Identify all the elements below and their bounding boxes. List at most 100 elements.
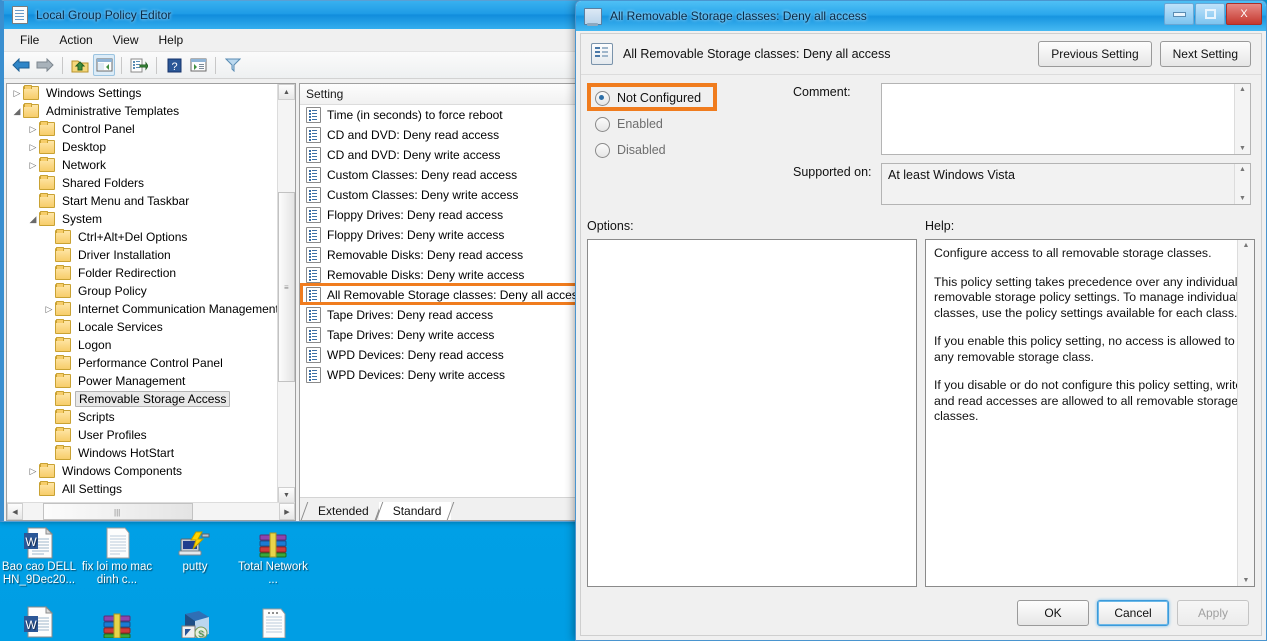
ok-button[interactable]: OK: [1017, 600, 1089, 626]
settings-list-item[interactable]: WPD Devices: Deny write access: [300, 365, 588, 385]
radio-disabled[interactable]: Disabled: [595, 139, 787, 161]
desktop-icon[interactable]: putty: [156, 525, 234, 586]
chevron-right-icon[interactable]: ▷: [27, 124, 39, 135]
supported-on-scrollbar[interactable]: ▲ ▼: [1234, 164, 1250, 204]
export-list-icon[interactable]: [128, 54, 150, 76]
tree-scroll-left-button[interactable]: ◀: [7, 503, 23, 520]
help-panel[interactable]: Configure access to all removable storag…: [925, 239, 1255, 587]
comment-input[interactable]: ▲ ▼: [881, 83, 1251, 155]
help-scrollbar[interactable]: ▲ ▼: [1237, 240, 1254, 586]
tree-node-ctrl-alt-del-options[interactable]: Ctrl+Alt+Del Options: [7, 228, 277, 246]
gpe-menu-bar[interactable]: File Action View Help: [4, 29, 591, 52]
desktop-icon[interactable]: S: [156, 604, 234, 640]
tree-vertical-scrollbar[interactable]: ▲ ≡ ▼: [277, 84, 295, 503]
tree-node-removable-storage-access[interactable]: Removable Storage Access: [7, 390, 277, 408]
scroll-down-icon[interactable]: ▼: [1243, 575, 1250, 586]
window-controls[interactable]: X: [1164, 3, 1262, 25]
tree-node-network[interactable]: ▷Network: [7, 156, 277, 174]
tree-node-user-profiles[interactable]: User Profiles: [7, 426, 277, 444]
tree-scrollbar-thumb[interactable]: ≡: [278, 192, 295, 382]
chevron-right-icon[interactable]: ▷: [43, 304, 55, 315]
tree-horizontal-scrollbar[interactable]: ◀ ||| ▶: [7, 502, 295, 520]
dialog-title-bar[interactable]: All Removable Storage classes: Deny all …: [576, 1, 1266, 31]
tree-node-system[interactable]: ◢System: [7, 210, 277, 228]
desktop-icon[interactable]: W Bao cao DELL HN_9Dec20...: [0, 525, 78, 586]
tree-scroll-down-button[interactable]: ▼: [278, 487, 295, 503]
gpe-title-bar[interactable]: Local Group Policy Editor: [4, 1, 591, 29]
settings-list-item[interactable]: Time (in seconds) to force reboot: [300, 105, 588, 125]
minimize-button[interactable]: [1164, 3, 1194, 25]
close-button[interactable]: X: [1226, 3, 1262, 25]
tab-extended[interactable]: Extended: [304, 502, 379, 520]
chevron-right-icon[interactable]: ▷: [27, 466, 39, 477]
chevron-right-icon[interactable]: ▷: [27, 160, 39, 171]
policy-setting-dialog[interactable]: All Removable Storage classes: Deny all …: [575, 0, 1267, 641]
settings-list-item[interactable]: CD and DVD: Deny write access: [300, 145, 588, 165]
tree-node-locale-services[interactable]: Locale Services: [7, 318, 277, 336]
tree-scroll-right-button[interactable]: ▶: [279, 503, 295, 520]
menu-file[interactable]: File: [10, 31, 49, 49]
settings-column-header[interactable]: Setting: [300, 84, 588, 105]
cancel-button[interactable]: Cancel: [1097, 600, 1169, 626]
tree-node-windows-hotstart[interactable]: Windows HotStart: [7, 444, 277, 462]
options-panel[interactable]: [587, 239, 917, 587]
chevron-down-icon[interactable]: ◢: [11, 106, 23, 117]
filter-icon[interactable]: [222, 54, 244, 76]
tree-node-start-menu-and-taskbar[interactable]: Start Menu and Taskbar: [7, 192, 277, 210]
tree-node-windows-components[interactable]: ▷Windows Components: [7, 462, 277, 480]
up-folder-icon[interactable]: [69, 54, 91, 76]
settings-list-item[interactable]: WPD Devices: Deny read access: [300, 345, 588, 365]
settings-list-item[interactable]: CD and DVD: Deny read access: [300, 125, 588, 145]
scroll-down-icon[interactable]: ▼: [1239, 143, 1246, 154]
settings-list-item[interactable]: Removable Disks: Deny write access: [300, 265, 588, 285]
tree-node-driver-installation[interactable]: Driver Installation: [7, 246, 277, 264]
tree-node-administrative-templates[interactable]: ◢Administrative Templates: [7, 102, 277, 120]
settings-list-pane[interactable]: Setting Time (in seconds) to force reboo…: [299, 83, 589, 521]
scroll-up-icon[interactable]: ▲: [1239, 164, 1246, 175]
menu-action[interactable]: Action: [49, 31, 102, 49]
next-setting-button[interactable]: Next Setting: [1160, 41, 1251, 67]
forward-arrow-icon[interactable]: [34, 54, 56, 76]
tree-node-performance-control-panel[interactable]: Performance Control Panel: [7, 354, 277, 372]
settings-list-item[interactable]: Floppy Drives: Deny read access: [300, 205, 588, 225]
tree-node-all-settings[interactable]: All Settings: [7, 480, 277, 498]
tree-node-internet-communication-management[interactable]: ▷Internet Communication Management: [7, 300, 277, 318]
tree-node-logon[interactable]: Logon: [7, 336, 277, 354]
desktop-icon[interactable]: [234, 604, 312, 640]
tree-scroll-up-button[interactable]: ▲: [278, 84, 295, 100]
scroll-down-icon[interactable]: ▼: [1239, 193, 1246, 204]
tree-node-power-management[interactable]: Power Management: [7, 372, 277, 390]
radio-enabled[interactable]: Enabled: [595, 113, 787, 135]
tree-node-control-panel[interactable]: ▷Control Panel: [7, 120, 277, 138]
scroll-up-icon[interactable]: ▲: [1239, 84, 1246, 95]
settings-list-item[interactable]: Floppy Drives: Deny write access: [300, 225, 588, 245]
tree-hscrollbar-thumb[interactable]: |||: [43, 503, 193, 520]
console-tree-pane[interactable]: ▷Windows Settings◢Administrative Templat…: [6, 83, 296, 521]
scroll-up-icon[interactable]: ▲: [1243, 240, 1250, 251]
tree-node-shared-folders[interactable]: Shared Folders: [7, 174, 277, 192]
desktop-icon[interactable]: W: [0, 604, 78, 640]
local-group-policy-editor-window[interactable]: Local Group Policy Editor File Action Vi…: [0, 0, 592, 522]
show-hide-console-tree-icon[interactable]: [93, 54, 115, 76]
settings-list-item[interactable]: Custom Classes: Deny write access: [300, 185, 588, 205]
previous-setting-button[interactable]: Previous Setting: [1038, 41, 1151, 67]
tree-node-scripts[interactable]: Scripts: [7, 408, 277, 426]
desktop-icon[interactable]: Total Network ...: [234, 525, 312, 586]
chevron-right-icon[interactable]: ▷: [11, 88, 23, 99]
settings-list-item[interactable]: Tape Drives: Deny read access: [300, 305, 588, 325]
settings-list-item[interactable]: Tape Drives: Deny write access: [300, 325, 588, 345]
desktop-icon[interactable]: fix loi mo mac dinh c...: [78, 525, 156, 586]
maximize-button[interactable]: [1195, 3, 1225, 25]
tree-node-windows-settings[interactable]: ▷Windows Settings: [7, 84, 277, 102]
help-icon[interactable]: ?: [163, 54, 185, 76]
gpe-toolbar[interactable]: ?: [4, 52, 591, 79]
tab-standard[interactable]: Standard: [379, 502, 452, 520]
tree-node-desktop[interactable]: ▷Desktop: [7, 138, 277, 156]
tree-node-folder-redirection[interactable]: Folder Redirection: [7, 264, 277, 282]
settings-list-item[interactable]: All Removable Storage classes: Deny all …: [300, 285, 588, 305]
tree-node-group-policy[interactable]: Group Policy: [7, 282, 277, 300]
desktop-icon[interactable]: [78, 604, 156, 640]
comment-scrollbar[interactable]: ▲ ▼: [1234, 84, 1250, 154]
back-arrow-icon[interactable]: [10, 54, 32, 76]
properties-icon[interactable]: [187, 54, 209, 76]
